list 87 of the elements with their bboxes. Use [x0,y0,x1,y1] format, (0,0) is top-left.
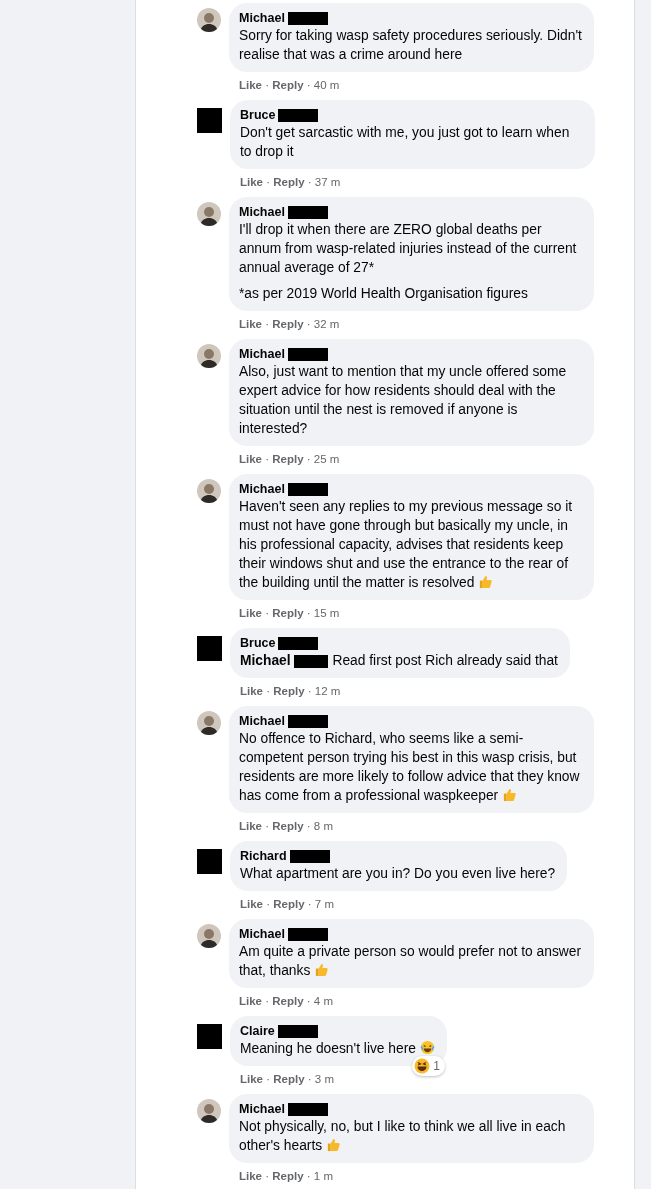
like-link[interactable]: Like [240,176,263,188]
like-link[interactable]: Like [240,1073,263,1085]
comment-text: Meaning he doesn't live here [240,1039,435,1058]
avatar[interactable] [197,479,221,503]
timestamp[interactable]: 25 m [313,453,340,465]
reply-link[interactable]: Reply [272,453,304,465]
reply-link[interactable]: Reply [272,79,304,91]
reply-link[interactable]: Reply [273,685,305,697]
author-name[interactable]: Michael [239,713,285,729]
timestamp[interactable]: 7 m [314,898,334,910]
author-name[interactable]: Michael [239,204,285,220]
avatar[interactable] [197,711,221,735]
author-name[interactable]: Michael [239,10,285,26]
author-name[interactable]: Bruce [240,107,276,123]
reply-link[interactable]: Reply [272,607,304,619]
comment-text: I'll drop it when there are ZERO global deaths per annum from wasp-related injuries instead of the current annual average of 27* [239,221,578,277]
like-link[interactable]: Like [239,1170,262,1182]
timestamp[interactable]: 37 m [314,176,341,188]
separator-dot: · [306,898,313,910]
separator-dot: · [305,820,312,832]
timestamp[interactable]: 1 m [313,1170,333,1182]
reply-link[interactable]: Reply [272,995,304,1007]
separator-dot: · [265,1073,272,1085]
reply-link[interactable]: Reply [273,1073,305,1085]
like-link[interactable]: Like [239,79,262,91]
avatar[interactable] [197,8,221,32]
separator-dot: · [264,607,271,619]
separator-dot: · [264,1170,271,1182]
separator-dot: · [265,176,272,188]
comment-text: Don't get sarcastic with me, you just got to learn when to drop it [240,124,571,161]
author-name[interactable]: Michael [239,481,285,497]
separator-dot: · [264,318,271,330]
like-link[interactable]: Like [239,820,262,832]
author-name[interactable]: Richard [240,848,287,864]
reply-link[interactable]: Reply [272,1170,304,1182]
reaction-count[interactable]: 1 [412,1056,445,1076]
separator-dot: · [265,685,272,697]
separator-dot: · [265,898,272,910]
timestamp[interactable]: 4 m [313,995,333,1007]
separator-dot: · [306,176,313,188]
reply-link[interactable]: Reply [272,318,304,330]
author-name[interactable]: Bruce [240,635,276,651]
avatar[interactable] [197,344,221,368]
separator-dot: · [305,318,312,330]
avatar[interactable] [197,924,221,948]
comment-text: Sorry for taking wasp safety procedures seriously. Didn't realise that was a crime around here [239,27,582,64]
separator-dot: · [305,453,312,465]
separator-dot: · [264,79,271,91]
timestamp[interactable]: 15 m [313,607,340,619]
timestamp[interactable]: 8 m [313,820,333,832]
reaction-number: 1 [433,1058,440,1075]
separator-dot: · [305,79,312,91]
reply-link[interactable]: Reply [272,820,304,832]
separator-dot: · [305,995,312,1007]
author-name[interactable]: Michael [239,926,285,942]
like-link[interactable]: Like [240,898,263,910]
like-link[interactable]: Like [239,318,262,330]
comment-text: Not physically, no, but I like to think we all live in each other's hearts [239,1118,567,1155]
separator-dot: · [306,1073,313,1085]
separator-dot: · [264,820,271,832]
comment-text: What apartment are you in? Do you even live here? [240,865,556,883]
comment-text: No offence to Richard, who seems like a semi-competent person trying his best in this wasp crisis, but residents are more likely to follow advice that they know has come from a professional waspkeeper [239,730,581,805]
comment-text: *as per 2019 World Health Organisation figures [239,285,529,303]
timestamp[interactable]: 32 m [313,318,340,330]
comment-text: Haven't seen any replies to my previous message so it must not have gone through but basically my uncle, in his professional capacity, advises that residents keep their windows shut and use the entrance to the rear of the building until the matter is resolved [239,498,574,592]
separator-dot: · [264,995,271,1007]
like-link[interactable]: Like [239,995,262,1007]
timestamp[interactable]: 40 m [313,79,340,91]
avatar[interactable] [197,202,221,226]
reply-link[interactable]: Reply [273,176,305,188]
author-name[interactable]: Michael [239,346,285,362]
timestamp[interactable]: 12 m [314,685,341,697]
like-link[interactable]: Like [239,453,262,465]
timestamp[interactable]: 3 m [314,1073,334,1085]
reply-text: Michael Read first post Rich already said that [240,652,558,670]
avatar[interactable] [197,1099,221,1123]
separator-dot: · [264,453,271,465]
comment-text: Am quite a private person so would prefer not to answer that, thanks [239,943,582,980]
like-link[interactable]: Like [239,607,262,619]
reply-link[interactable]: Reply [273,898,305,910]
like-link[interactable]: Like [240,685,263,697]
comment-text: Also, just want to mention that my uncle offered some expert advice for how residents should deal with the situation until the nest is removed if anyone is interested? [239,363,568,438]
separator-dot: · [306,685,313,697]
separator-dot: · [305,607,312,619]
separator-dot: · [305,1170,312,1182]
author-name[interactable]: Michael [239,1101,285,1117]
author-name[interactable]: Claire [240,1023,275,1039]
